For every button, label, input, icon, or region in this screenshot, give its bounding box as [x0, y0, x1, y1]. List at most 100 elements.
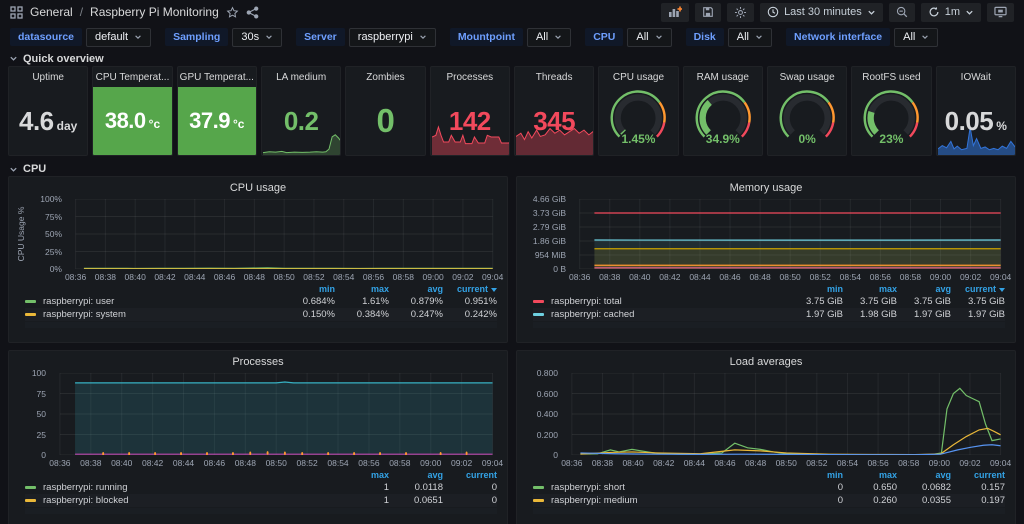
chart-plot[interactable]: 08:3608:3808:4008:4208:4408:4608:4808:50…: [563, 373, 1005, 455]
legend-column-min[interactable]: min: [789, 470, 843, 480]
stat-panel-uptime: Uptime4.6day: [8, 66, 88, 156]
x-tick-label: 08:40: [125, 272, 146, 282]
breadcrumb-section[interactable]: General: [30, 5, 73, 19]
row-header-quick-overview[interactable]: Quick overview: [0, 51, 1024, 66]
panel-title[interactable]: Processes: [9, 351, 507, 373]
refresh-picker[interactable]: 1m: [921, 3, 981, 22]
legend-series-label[interactable]: raspberrypi: short: [551, 482, 789, 493]
chart-plot[interactable]: 08:3608:3808:4008:4208:4408:4608:4808:50…: [571, 199, 1005, 269]
legend-row: raspberrypi: running10.01180: [25, 481, 497, 494]
legend-column-avg[interactable]: avg: [897, 470, 951, 480]
legend-column-max[interactable]: max: [335, 470, 389, 480]
row-header-cpu[interactable]: CPU: [0, 162, 1024, 176]
legend-series-label[interactable]: raspberrypi: running: [43, 482, 335, 493]
x-tick-label: 09:02: [451, 458, 472, 468]
panel-title[interactable]: Memory usage: [517, 177, 1015, 199]
variable-value-dropdown[interactable]: All: [894, 28, 938, 47]
legend-series-label[interactable]: raspberrypi: total: [551, 296, 789, 307]
save-dashboard-button[interactable]: [695, 3, 721, 22]
stat-panel-title[interactable]: CPU usage: [599, 67, 677, 87]
legend-value: 0.0355: [897, 495, 951, 506]
legend-swatch: [25, 486, 36, 489]
y-tick-label: 0 B: [553, 264, 566, 274]
legend-row-clipped: [25, 322, 497, 328]
x-tick-label: 09:04: [482, 458, 503, 468]
stat-panel-title[interactable]: RAM usage: [684, 67, 762, 87]
row-title: CPU: [23, 163, 46, 175]
zoom-out-time-button[interactable]: [889, 3, 915, 22]
stat-panel-la-medium: LA medium 0.2: [261, 66, 341, 156]
x-tick-label: 08:54: [840, 272, 861, 282]
variable-value-dropdown[interactable]: raspberrypi: [349, 28, 436, 47]
chart-plot[interactable]: 08:3608:3808:4008:4208:4408:4608:4808:50…: [67, 199, 497, 269]
legend-series-label[interactable]: raspberrypi: system: [43, 309, 281, 320]
stat-panel-title[interactable]: GPU Temperat...: [178, 67, 256, 87]
page-title[interactable]: Raspberry Pi Monitoring: [90, 5, 219, 19]
legend-column-avg[interactable]: avg: [389, 284, 443, 294]
stat-panel-title[interactable]: Uptime: [9, 67, 87, 87]
time-range-picker[interactable]: Last 30 minutes: [760, 3, 883, 22]
stat-panel-title[interactable]: RootFS used: [852, 67, 930, 87]
x-tick-label: 08:46: [714, 458, 735, 468]
legend-column-avg[interactable]: avg: [389, 470, 443, 480]
legend-column-max[interactable]: max: [335, 284, 389, 294]
x-tick-label: 08:44: [684, 458, 705, 468]
favorite-star-icon[interactable]: [226, 6, 239, 19]
variable-value-dropdown[interactable]: All: [527, 28, 571, 47]
y-tick-label: 50%: [45, 229, 62, 239]
legend-column-min[interactable]: min: [281, 284, 335, 294]
top-nav: General / Raspberry Pi Monitoring Last 3…: [0, 0, 1024, 24]
share-icon[interactable]: [246, 6, 259, 19]
chart-plot[interactable]: 08:3608:3808:4008:4208:4408:4608:4808:50…: [51, 373, 497, 455]
variable-value-dropdown[interactable]: All: [728, 28, 772, 47]
x-tick-label: 08:48: [749, 272, 770, 282]
stat-panel-title[interactable]: Threads: [515, 67, 593, 87]
stat-panel-title[interactable]: Zombies: [346, 67, 424, 87]
x-tick-label: 08:58: [898, 458, 919, 468]
stat-panel-cpu-temperat: CPU Temperat...38.0°c: [92, 66, 172, 156]
row-title: Quick overview: [23, 53, 104, 65]
variable-label: Disk: [686, 28, 724, 46]
y-axis-title: CPU Usage %: [15, 199, 27, 269]
legend-series-label[interactable]: raspberrypi: user: [43, 296, 281, 307]
x-tick-label: 08:48: [244, 272, 265, 282]
stat-panel-title[interactable]: IOWait: [937, 67, 1015, 87]
variable-value-dropdown[interactable]: default: [86, 28, 151, 47]
legend-value: 0.951%: [443, 296, 497, 307]
legend-header: minmaxavgcurrent: [533, 469, 1005, 481]
panel-title[interactable]: CPU usage: [9, 177, 507, 199]
y-tick-label: 954 MiB: [535, 250, 566, 260]
variable-value-dropdown[interactable]: 30s: [232, 28, 282, 47]
x-tick-label: 08:40: [622, 458, 643, 468]
legend-value: 0.247%: [389, 309, 443, 320]
legend-header: minmaxavgcurrent: [533, 283, 1005, 295]
stat-value: 0.2: [284, 106, 319, 137]
cycle-view-mode-button[interactable]: [987, 3, 1014, 22]
legend-column-current[interactable]: current: [443, 470, 497, 480]
legend-column-max[interactable]: max: [843, 284, 897, 294]
stat-panel-rootfs-used: RootFS used23%: [851, 66, 931, 156]
legend-column-current[interactable]: current: [951, 284, 1005, 294]
add-panel-button[interactable]: [661, 3, 689, 22]
x-tick-label: 08:50: [780, 272, 801, 282]
stat-panel-title[interactable]: Swap usage: [768, 67, 846, 87]
legend-column-max[interactable]: max: [843, 470, 897, 480]
panel-title[interactable]: Load averages: [517, 351, 1015, 373]
legend-series-label[interactable]: raspberrypi: blocked: [43, 495, 335, 506]
legend-column-min[interactable]: min: [789, 284, 843, 294]
x-tick-label: 09:02: [960, 272, 981, 282]
legend-column-avg[interactable]: avg: [897, 284, 951, 294]
stat-panel-title[interactable]: Processes: [431, 67, 509, 87]
dashboards-grid-icon[interactable]: [10, 6, 23, 19]
legend-row: raspberrypi: cached1.97 GiB1.98 GiB1.97 …: [533, 308, 1005, 321]
x-tick-label: 08:36: [561, 458, 582, 468]
stat-panel-title[interactable]: LA medium: [262, 67, 340, 87]
stat-panel-title[interactable]: CPU Temperat...: [93, 67, 171, 87]
legend-series-label[interactable]: raspberrypi: medium: [551, 495, 789, 506]
variable-value-dropdown[interactable]: All: [627, 28, 671, 47]
legend-series-label[interactable]: raspberrypi: cached: [551, 309, 789, 320]
dashboard-settings-button[interactable]: [727, 3, 754, 22]
legend-column-current[interactable]: current: [951, 470, 1005, 480]
legend-column-current[interactable]: current: [443, 284, 497, 294]
x-tick-label: 08:38: [592, 458, 613, 468]
